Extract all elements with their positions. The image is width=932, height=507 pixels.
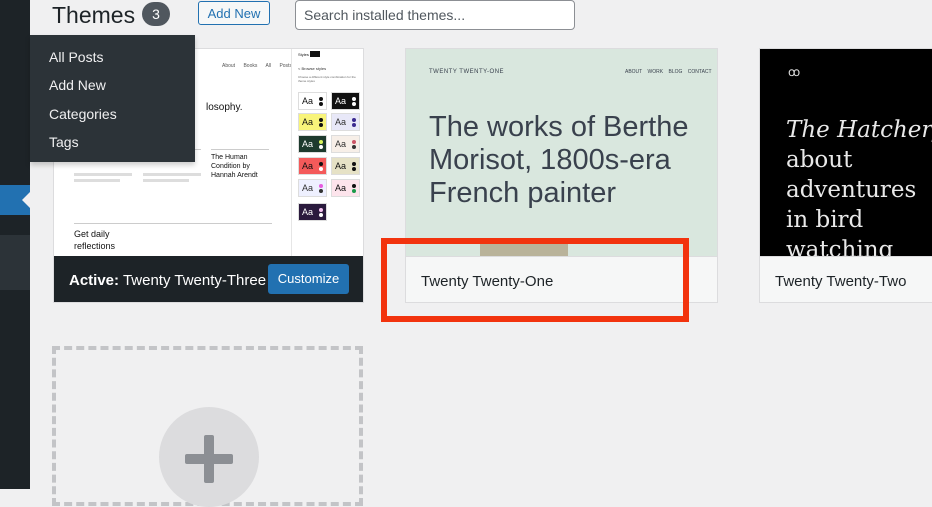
theme-card-twenty-twenty-two[interactable]: ꝏ The Hatchery: about adventures in bird… <box>759 48 932 303</box>
preview-cta: Get daily reflections <box>74 229 116 251</box>
style-swatch: Aa <box>331 179 360 197</box>
theme-name: Twenty Twenty-Two <box>775 273 907 290</box>
theme-name: Twenty Twenty-Three <box>122 272 267 289</box>
style-swatch: Aa <box>298 179 327 197</box>
preview-styles-panel: Styles < Browse styles Choose a differen… <box>291 49 363 256</box>
style-swatch: Aa <box>298 203 327 221</box>
theme-card-footer: Active: Twenty Twenty-Three Customize <box>54 256 363 302</box>
style-swatch: Aa <box>331 113 360 131</box>
preview-styles-title: Styles <box>298 52 309 57</box>
style-swatch: Aa <box>331 92 360 110</box>
plus-icon[interactable] <box>159 407 259 507</box>
preview-back-link: < Browse styles <box>298 66 327 71</box>
style-swatch: Aa <box>298 135 327 153</box>
posts-flyout-menu: All Posts Add New Categories Tags <box>30 35 195 162</box>
customize-button[interactable]: Customize <box>268 264 349 294</box>
add-new-theme-button[interactable]: Add New <box>198 1 270 25</box>
preview-logo: ꝏ <box>788 65 801 79</box>
add-new-theme-tile[interactable] <box>52 346 363 507</box>
style-swatch: Aa <box>331 135 360 153</box>
preview-heading: The works of Berthe Morisot, 1800s-era F… <box>429 111 689 209</box>
theme-count-badge: 3 <box>142 2 170 26</box>
style-swatch: Aa <box>298 113 327 131</box>
theme-screenshot[interactable]: TWENTY TWENTY-ONE ABOUT WORK BLOG CONTAC… <box>406 49 717 256</box>
preview-site-title: TWENTY TWENTY-ONE <box>429 69 505 75</box>
preview-save-chip <box>310 51 320 57</box>
preview-styles-desc: Choose a different style combination for… <box>298 75 356 83</box>
active-prefix: Active: <box>69 272 120 289</box>
preview-heading: The Hatchery: about adventures in bird w… <box>786 117 932 263</box>
theme-card-footer: Twenty Twenty-Two <box>760 256 932 302</box>
preview-heading: losophy. <box>206 102 243 113</box>
preview-nav: About Books All Posts <box>222 63 292 69</box>
highlight-box <box>381 238 689 322</box>
flyout-item-tags[interactable]: Tags <box>49 134 79 150</box>
flyout-item-categories[interactable]: Categories <box>49 106 117 122</box>
search-input[interactable] <box>295 0 575 30</box>
flyout-item-all-posts[interactable]: All Posts <box>49 49 103 65</box>
page-title: Themes <box>52 2 136 28</box>
preview-book-title: The Human Condition by Hannah Arendt <box>211 154 258 179</box>
sidebar-current-item[interactable] <box>0 185 30 215</box>
preview-nav: ABOUT WORK BLOG CONTACT <box>625 69 712 75</box>
preview-divider <box>211 149 269 150</box>
theme-screenshot[interactable]: ꝏ The Hatchery: about adventures in bird… <box>760 49 932 263</box>
style-swatch: Aa <box>331 157 360 175</box>
sidebar-menu-item[interactable] <box>0 235 30 290</box>
preview-divider <box>74 223 272 224</box>
style-swatch: Aa <box>298 157 327 175</box>
style-swatch: Aa <box>298 92 327 110</box>
active-theme-label: Active: Twenty Twenty-Three <box>69 272 266 289</box>
flyout-item-add-new[interactable]: Add New <box>49 77 106 93</box>
